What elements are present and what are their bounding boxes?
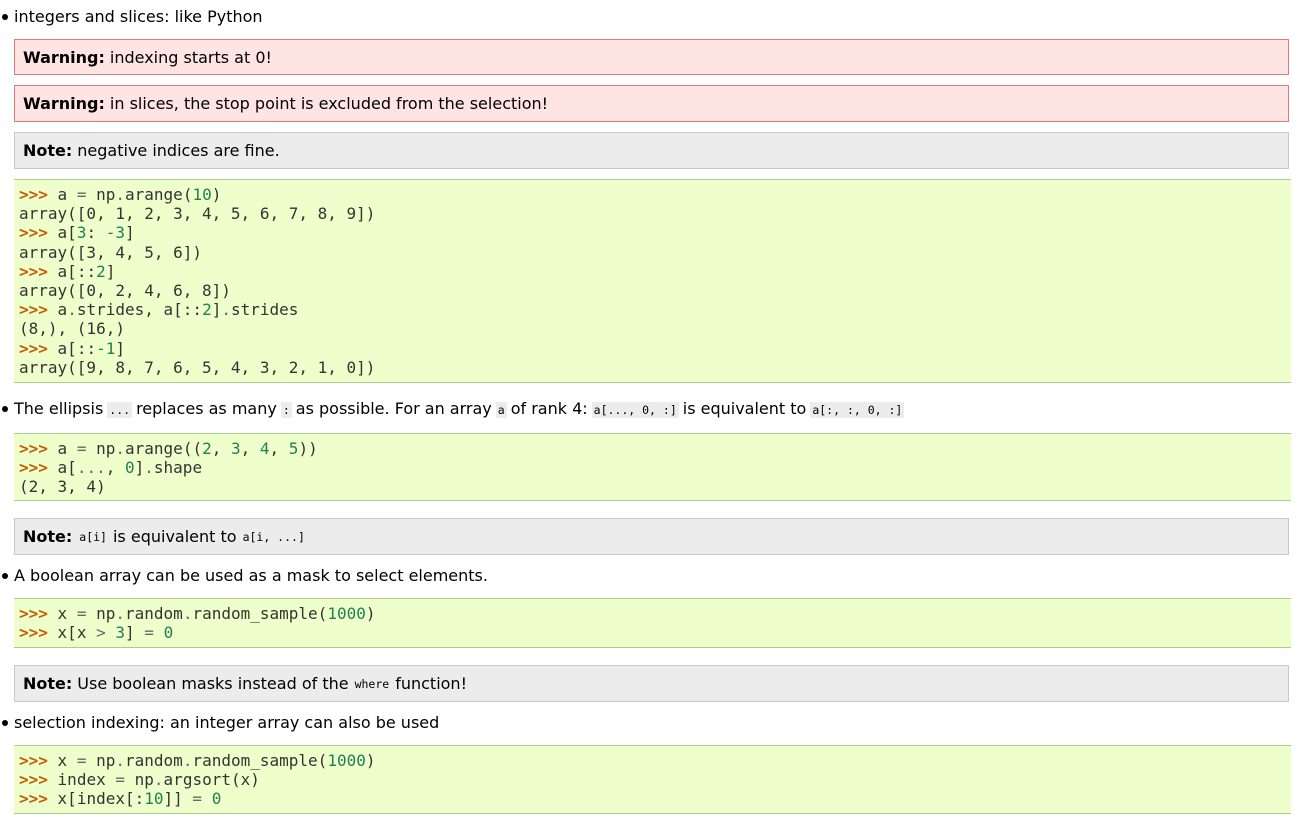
bullet-icon <box>2 572 8 579</box>
list-item: selection indexing: an integer array can… <box>0 711 439 735</box>
code-line: >>> x[index[:10]] = 0 <box>19 789 222 809</box>
code-output: array([0, 1, 2, 3, 4, 5, 6, 7, 8, 9]) <box>19 204 376 224</box>
inline-code: a[..., 0, :] <box>591 402 679 418</box>
note-box: Note: negative indices are fine. <box>14 132 1289 169</box>
inline-code: a[:, :, 0, :] <box>810 402 905 418</box>
code-output: array([0, 2, 4, 6, 8]) <box>19 280 231 300</box>
code-line: >>> a[..., 0].shape <box>19 458 203 478</box>
inline-code: a[i] <box>77 528 109 545</box>
bullet-icon <box>2 719 8 726</box>
inline-code: ... <box>107 402 133 418</box>
code-line: >>> index = np.argsort(x) <box>19 770 260 790</box>
note-label: Note: <box>23 527 73 546</box>
bullet-icon <box>2 405 8 412</box>
bullet-text: integers and slices: like Python <box>14 7 263 26</box>
note-text: negative indices are fine. <box>77 141 280 160</box>
code-line: >>> x = np.random.random_sample(1000) <box>19 604 376 623</box>
code-line: >>> a[3: -3] <box>19 223 135 243</box>
inline-code: a[i, ...] <box>240 528 307 545</box>
warning-text: indexing starts at 0! <box>109 47 272 67</box>
note-box: Note: a[i] is equivalent to a[i, ...] <box>14 518 1289 555</box>
warning-label: Warning: <box>23 94 105 113</box>
code-block: >>> x = np.random.random_sample(1000) >>… <box>14 745 1291 814</box>
code-output: (8,), (16,) <box>19 319 125 339</box>
code-output: (2, 3, 4) <box>19 477 106 497</box>
code-line: >>> a = np.arange(10) <box>19 185 222 204</box>
code-block: >>> x = np.random.random_sample(1000) >>… <box>14 598 1291 648</box>
inline-code: : <box>280 402 292 418</box>
code-line: >>> a = np.arange((2, 3, 4, 5)) <box>19 439 318 458</box>
code-line: >>> a.strides, a[::2].strides <box>19 300 299 320</box>
note-label: Note: <box>23 141 73 160</box>
bullet-icon <box>2 13 8 20</box>
note-label: Note: <box>23 674 73 693</box>
bullet-text: selection indexing: an integer array can… <box>14 713 440 732</box>
code-output: array([9, 8, 7, 6, 5, 4, 3, 2, 1, 0]) <box>19 357 376 377</box>
inline-code: where <box>352 675 392 692</box>
code-line: >>> x[x > 3] = 0 <box>19 623 174 643</box>
code-line: >>> x = np.random.random_sample(1000) <box>19 751 376 770</box>
note-box: Note: Use boolean masks instead of the whe… <box>14 665 1289 702</box>
warning-text: in slices, the stop point is excluded fr… <box>109 94 549 113</box>
code-output: array([3, 4, 5, 6]) <box>19 242 203 262</box>
list-item: The ellipsis... replaces as many: as possi… <box>0 397 908 421</box>
code-block: >>> a = np.arange((2, 3, 4, 5)) >>> a[..… <box>14 433 1291 501</box>
warning-box: Warning: in slices, the stop point is exc… <box>14 85 1289 122</box>
code-block: >>> a = np.arange(10) array([0, 1, 2, 3,… <box>14 179 1291 383</box>
inline-code: a <box>495 402 507 418</box>
code-line: >>> a[::-1] <box>19 338 125 358</box>
bullet-text: A boolean array can be used as a mask to… <box>14 566 488 585</box>
list-item: A boolean array can be used as a mask to… <box>0 564 488 588</box>
warning-box: Warning: indexing starts at 0! <box>14 39 1289 75</box>
list-item: integers and slices: like Python <box>0 5 263 29</box>
code-line: >>> a[::2] <box>19 261 116 281</box>
warning-label: Warning: <box>23 47 105 67</box>
